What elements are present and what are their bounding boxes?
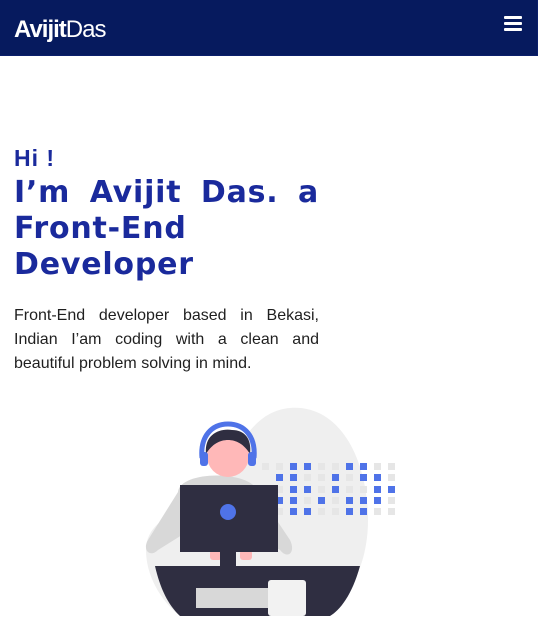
hero-description: Front-End developer based in Bekasi, Ind…: [14, 307, 319, 372]
hamburger-line: [504, 16, 522, 19]
hero-section: Hi ! I’m Avijit Das. a Front-End Develop…: [14, 144, 319, 376]
hamburger-line: [504, 28, 522, 31]
hero-headline: I’m Avijit Das. a Front-End Developer: [14, 175, 319, 282]
headphone-left: [200, 452, 208, 466]
hamburger-menu-icon[interactable]: [504, 16, 522, 32]
brand-last-name: Das: [65, 16, 107, 43]
desk-top: [196, 588, 268, 608]
monitor-logo: [220, 504, 236, 520]
monitor-stand: [220, 552, 236, 572]
brand-logo[interactable]: AvijitDas: [14, 15, 107, 45]
hamburger-line: [504, 22, 522, 25]
chair: [268, 580, 306, 616]
hero-greeting: Hi !: [14, 145, 56, 171]
headphone-right: [248, 452, 256, 466]
developer-illustration: [140, 400, 400, 616]
brand-first-name: Avijit: [14, 16, 67, 43]
navbar: AvijitDas: [0, 0, 538, 56]
developer-at-computer-illustration: [145, 407, 395, 616]
